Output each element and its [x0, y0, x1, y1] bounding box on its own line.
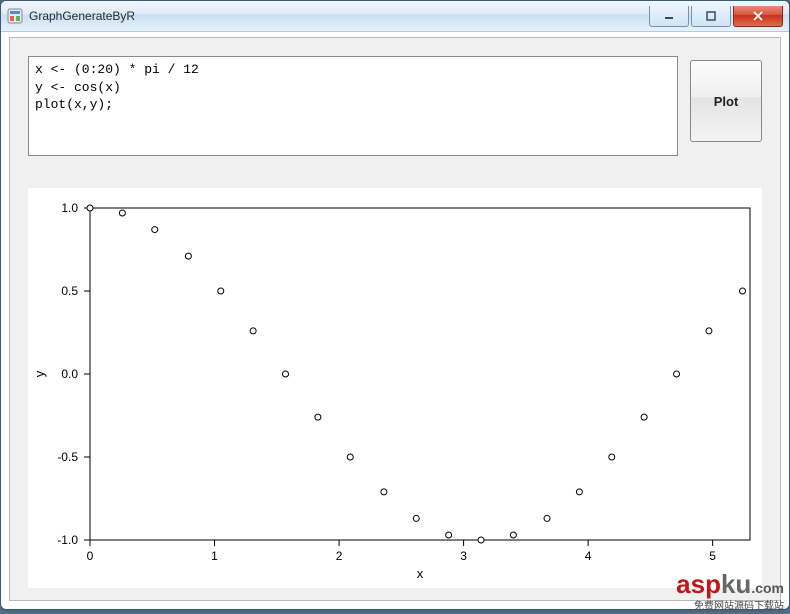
plot-button[interactable]: Plot: [690, 60, 762, 142]
svg-text:-0.5: -0.5: [57, 450, 78, 464]
svg-text:0.0: 0.0: [61, 367, 78, 381]
svg-text:4: 4: [585, 549, 592, 563]
minimize-button[interactable]: [649, 6, 689, 27]
svg-text:3: 3: [460, 549, 467, 563]
plot-panel: 0 1 2 3 4 5 -1.0 -0.5 0.0 0.5 1.0 x y: [28, 188, 762, 588]
svg-text:5: 5: [709, 549, 716, 563]
scatter-chart: 0 1 2 3 4 5 -1.0 -0.5 0.0 0.5 1.0 x y: [28, 188, 762, 588]
svg-text:0.5: 0.5: [61, 284, 78, 298]
window-title: GraphGenerateByR: [29, 9, 649, 23]
svg-text:0: 0: [87, 549, 94, 563]
svg-text:-1.0: -1.0: [57, 533, 78, 547]
window-controls: [649, 6, 783, 27]
svg-text:1.0: 1.0: [61, 201, 78, 215]
client-area: Plot 0 1 2 3 4 5 -1.0 -0.5 0.0 0.5 1.0 x y: [9, 37, 781, 601]
svg-text:x: x: [417, 566, 424, 581]
maximize-button[interactable]: [691, 6, 731, 27]
titlebar[interactable]: GraphGenerateByR: [1, 1, 789, 32]
app-window: GraphGenerateByR Plot 012345-1.0-0.50.00…: [0, 0, 790, 610]
app-icon: [7, 8, 23, 24]
svg-text:2: 2: [336, 549, 343, 563]
svg-text:1: 1: [211, 549, 218, 563]
code-editor[interactable]: [28, 56, 678, 156]
toolbar-row: Plot: [28, 56, 762, 156]
close-button[interactable]: [733, 6, 783, 27]
svg-text:y: y: [32, 370, 47, 377]
